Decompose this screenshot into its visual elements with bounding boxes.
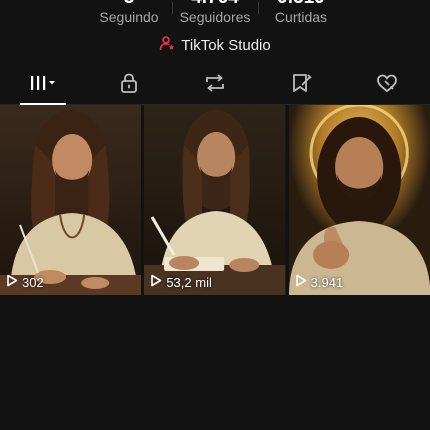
stat-likes[interactable]: 9.319 Curtidas xyxy=(258,0,344,28)
profile-tabs xyxy=(0,66,430,105)
video-grid: 302 53,2 mil 3.941 xyxy=(0,105,430,295)
tab-private[interactable] xyxy=(99,66,159,104)
person-star-icon xyxy=(159,35,175,56)
play-icon xyxy=(6,274,18,290)
stat-value: 9.319 xyxy=(258,0,344,8)
stat-following[interactable]: 3 Seguindo xyxy=(86,0,172,28)
repost-icon xyxy=(203,72,227,99)
stat-label: Seguindo xyxy=(99,9,159,25)
stat-label: Seguidores xyxy=(179,9,251,25)
video-thumbnail[interactable]: 53,2 mil xyxy=(144,105,286,295)
bookmark-icon xyxy=(289,72,313,99)
tiktok-studio-link[interactable]: TikTok Studio xyxy=(0,34,430,56)
play-icon xyxy=(150,274,162,290)
tab-liked[interactable] xyxy=(357,66,417,104)
stat-followers[interactable]: 4.764 Seguidores xyxy=(172,0,258,28)
studio-label: TikTok Studio xyxy=(181,36,271,54)
view-count-text: 302 xyxy=(22,274,44,290)
liked-heart-icon xyxy=(375,72,399,99)
videos-grid-icon xyxy=(28,73,58,98)
video-thumbnail[interactable]: 302 xyxy=(0,105,142,295)
view-count: 53,2 mil xyxy=(150,274,212,290)
view-count-text: 53,2 mil xyxy=(166,274,212,290)
video-thumbnail-image xyxy=(144,105,286,295)
view-count-text: 3.941 xyxy=(310,274,344,290)
video-thumbnail-image xyxy=(288,105,430,295)
play-icon xyxy=(295,274,307,290)
tab-favorites[interactable] xyxy=(271,66,331,104)
view-count: 302 xyxy=(6,274,44,290)
tab-reposts[interactable] xyxy=(185,66,245,104)
view-count: 3.941 xyxy=(295,274,344,290)
video-thumbnail[interactable]: 3.941 xyxy=(288,105,430,295)
stat-value: 3 xyxy=(86,0,172,8)
stat-value: 4.764 xyxy=(172,0,258,8)
tab-videos[interactable] xyxy=(13,66,73,105)
lock-icon xyxy=(118,72,140,99)
profile-stats: 3 Seguindo 4.764 Seguidores 9.319 Curtid… xyxy=(0,0,430,28)
stat-label: Curtidas xyxy=(274,9,328,25)
video-thumbnail-image xyxy=(0,105,142,295)
